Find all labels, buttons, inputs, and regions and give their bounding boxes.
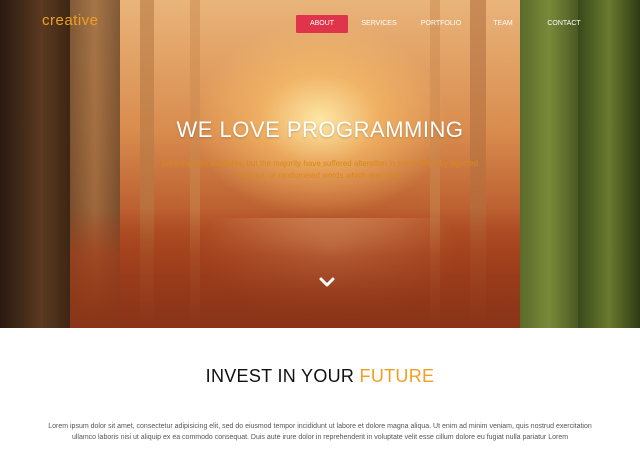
chevron-down-icon[interactable] (318, 275, 336, 289)
nav-contact[interactable]: CONTACT (534, 15, 594, 33)
logo[interactable]: creative (42, 12, 99, 29)
top-nav: ABOUT SERVICES PORTFOLIO TEAM CONTACT (296, 15, 594, 33)
tree-trunk (520, 0, 578, 328)
section-heading-main: INVEST IN YOUR (205, 366, 355, 386)
hero-banner: creative ABOUT SERVICES PORTFOLIO TEAM C… (0, 0, 640, 328)
nav-portfolio[interactable]: PORTFOLIO (410, 15, 472, 33)
hero-title: WE LOVE PROGRAMMING (176, 117, 464, 142)
nav-services[interactable]: SERVICES (348, 15, 410, 33)
section-heading: INVEST IN YOUR FUTURE (0, 366, 640, 387)
section-paragraph: Lorem ipsum dolor sit amet, consectetur … (48, 423, 592, 441)
nav-team[interactable]: TEAM (472, 15, 534, 33)
tree-trunk (578, 0, 640, 328)
nav-about[interactable]: ABOUT (296, 15, 348, 33)
tree-trunk (0, 0, 70, 328)
hero-subtitle: Lorem ipsum available, but the majority … (161, 159, 478, 180)
section-heading-accent: FUTURE (359, 366, 435, 386)
